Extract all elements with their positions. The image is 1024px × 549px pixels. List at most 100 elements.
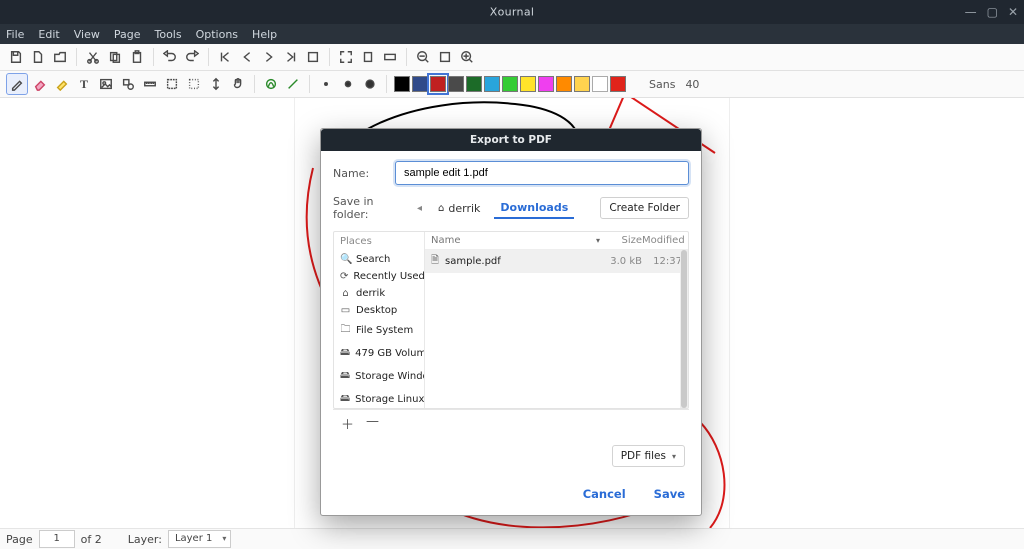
copy-icon[interactable] xyxy=(105,47,125,67)
color-swatch[interactable] xyxy=(430,76,446,92)
column-modified[interactable]: Modified xyxy=(642,235,682,246)
prev-page-icon[interactable] xyxy=(237,47,257,67)
layer-combo[interactable]: Layer 1 xyxy=(168,530,231,548)
first-page-icon[interactable] xyxy=(215,47,235,67)
new-icon[interactable] xyxy=(28,47,48,67)
next-page-icon[interactable] xyxy=(259,47,279,67)
menu-tools[interactable]: Tools xyxy=(154,28,181,41)
zoom-in-icon[interactable] xyxy=(457,47,477,67)
shape-recognizer-icon[interactable] xyxy=(261,74,281,94)
place-icon: 🔍 xyxy=(340,254,351,265)
breadcrumb-home[interactable]: ⌂ derrik xyxy=(432,199,486,218)
place-item[interactable]: ▭Desktop xyxy=(334,302,424,319)
font-family-label[interactable]: Sans xyxy=(649,78,675,91)
column-name[interactable]: Name ▾ xyxy=(431,235,600,246)
place-icon: 🗀 xyxy=(340,322,351,339)
vertical-space-icon[interactable] xyxy=(206,74,226,94)
zoom-out-icon[interactable] xyxy=(413,47,433,67)
color-swatch[interactable] xyxy=(502,76,518,92)
menu-view[interactable]: View xyxy=(74,28,100,41)
create-folder-button[interactable]: Create Folder xyxy=(600,197,689,219)
highlighter-tool-icon[interactable] xyxy=(52,74,72,94)
file-scrollbar[interactable] xyxy=(680,250,688,408)
fullscreen-icon[interactable] xyxy=(336,47,356,67)
file-filter-combo[interactable]: PDF files xyxy=(612,445,685,467)
dialog-title: Export to PDF xyxy=(321,129,701,151)
save-in-label: Save in folder: xyxy=(333,195,405,221)
last-page-icon[interactable] xyxy=(281,47,301,67)
menu-options[interactable]: Options xyxy=(196,28,238,41)
save-icon[interactable] xyxy=(6,47,26,67)
layer-label: Layer: xyxy=(128,533,162,546)
cut-icon[interactable] xyxy=(83,47,103,67)
thin-stroke-icon[interactable] xyxy=(316,74,336,94)
medium-stroke-icon[interactable] xyxy=(338,74,358,94)
color-swatch[interactable] xyxy=(610,76,626,92)
ruler-toggle-icon[interactable] xyxy=(283,74,303,94)
place-item[interactable]: 🖴Storage Linux xyxy=(334,388,424,408)
color-swatch[interactable] xyxy=(538,76,554,92)
place-icon: 🖴 xyxy=(340,391,350,408)
color-swatch[interactable] xyxy=(520,76,536,92)
color-swatch[interactable] xyxy=(592,76,608,92)
thick-stroke-icon[interactable] xyxy=(360,74,380,94)
color-swatch[interactable] xyxy=(448,76,464,92)
pen-tool-icon[interactable] xyxy=(6,73,28,95)
color-swatch[interactable] xyxy=(466,76,482,92)
menu-file[interactable]: File xyxy=(6,28,24,41)
eraser-tool-icon[interactable] xyxy=(30,74,50,94)
shapes-tool-icon[interactable] xyxy=(118,74,138,94)
file-modified: 12:37 xyxy=(642,256,682,267)
place-item[interactable]: ⟳Recently Used xyxy=(334,268,424,285)
zoom-page-icon[interactable] xyxy=(358,47,378,67)
window-title: Xournal xyxy=(490,6,534,19)
text-tool-icon[interactable]: T xyxy=(74,74,94,94)
color-swatch[interactable] xyxy=(412,76,428,92)
page-spinner[interactable]: 1 xyxy=(39,530,75,548)
color-swatch[interactable] xyxy=(556,76,572,92)
remove-bookmark-button[interactable]: — xyxy=(366,414,379,433)
open-icon[interactable] xyxy=(50,47,70,67)
place-icon: 🖴 xyxy=(340,368,350,385)
place-item[interactable]: 🖴479 GB Volume xyxy=(334,342,424,365)
add-bookmark-button[interactable]: ＋ xyxy=(341,414,354,433)
image-tool-icon[interactable] xyxy=(96,74,116,94)
window-close-button[interactable]: ✕ xyxy=(1008,5,1018,19)
paste-icon[interactable] xyxy=(127,47,147,67)
place-label: 479 GB Volume xyxy=(355,348,425,359)
undo-icon[interactable] xyxy=(160,47,180,67)
cancel-button[interactable]: Cancel xyxy=(583,487,626,501)
window-maximize-button[interactable]: ▢ xyxy=(987,5,998,19)
menu-edit[interactable]: Edit xyxy=(38,28,59,41)
file-size: 3.0 kB xyxy=(600,256,642,267)
color-swatch[interactable] xyxy=(574,76,590,92)
place-item[interactable]: 🗀File System xyxy=(334,319,424,342)
save-button[interactable]: Save xyxy=(654,487,685,501)
window-titlebar: Xournal — ▢ ✕ xyxy=(0,0,1024,24)
filename-input[interactable] xyxy=(395,161,689,185)
font-size-label[interactable]: 40 xyxy=(685,78,699,91)
file-row[interactable]: 🗎sample.pdf3.0 kB12:37 xyxy=(425,250,688,273)
select-region-icon[interactable] xyxy=(184,74,204,94)
breadcrumb-back-icon[interactable]: ◂ xyxy=(415,203,424,214)
place-item[interactable]: ⌂derrik xyxy=(334,285,424,302)
zoom-fit-icon[interactable] xyxy=(303,47,323,67)
menu-help[interactable]: Help xyxy=(252,28,277,41)
menu-page[interactable]: Page xyxy=(114,28,141,41)
hand-tool-icon[interactable] xyxy=(228,74,248,94)
color-swatch[interactable] xyxy=(484,76,500,92)
place-label: derrik xyxy=(356,288,385,299)
ruler-icon[interactable] xyxy=(140,74,160,94)
places-footer: ＋ — xyxy=(333,409,689,437)
breadcrumb-current[interactable]: Downloads xyxy=(494,198,574,219)
column-size[interactable]: Size xyxy=(600,235,642,246)
export-pdf-dialog: Export to PDF Name: Save in folder: ◂ ⌂ … xyxy=(320,128,702,516)
redo-icon[interactable] xyxy=(182,47,202,67)
place-item[interactable]: 🔍Search xyxy=(334,251,424,268)
place-item[interactable]: 🖴Storage Windows xyxy=(334,365,424,388)
zoom-normal-icon[interactable] xyxy=(435,47,455,67)
zoom-width-icon[interactable] xyxy=(380,47,400,67)
color-swatch[interactable] xyxy=(394,76,410,92)
select-rect-icon[interactable] xyxy=(162,74,182,94)
window-minimize-button[interactable]: — xyxy=(965,5,977,19)
